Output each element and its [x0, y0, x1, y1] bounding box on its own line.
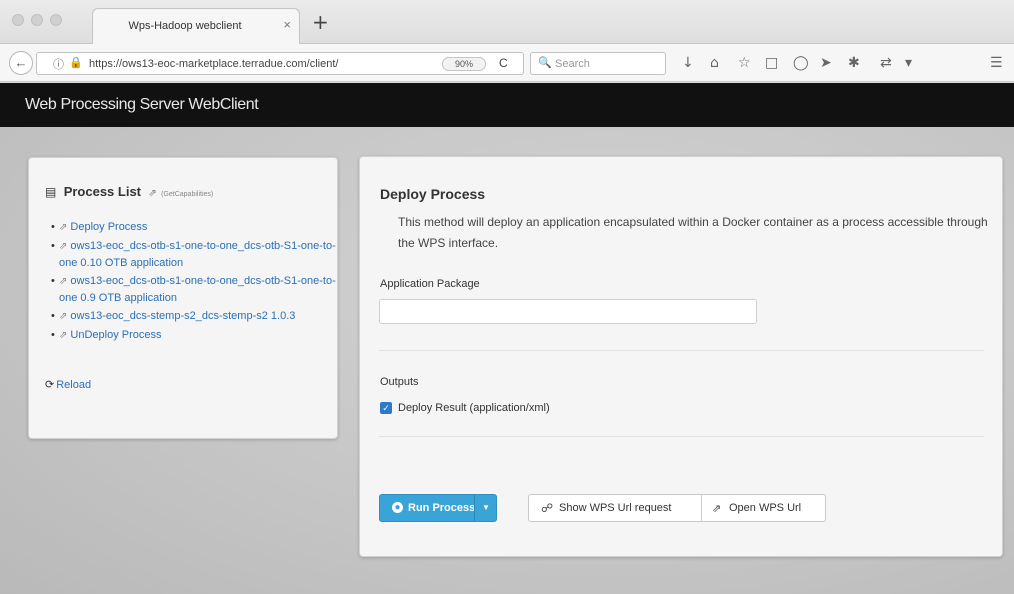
external-link-icon: ⇗	[59, 241, 68, 252]
divider	[379, 350, 984, 351]
link-icon: ☍	[541, 501, 554, 515]
window-minimize-dot[interactable]	[31, 14, 43, 26]
download-icon[interactable]: ↓	[682, 55, 694, 71]
run-process-button[interactable]: ● Run Process ▼	[379, 494, 497, 522]
external-link-icon: ⇗	[59, 311, 68, 322]
page: Web Processing Server WebClient ▤ Proces…	[0, 83, 1014, 594]
external-link-icon: ⇗	[59, 276, 68, 287]
home-icon[interactable]: ⌂	[710, 55, 719, 71]
refresh-icon: ⟳	[45, 379, 55, 391]
show-wps-url-label: Show WPS Url request	[559, 502, 672, 514]
browser-tab-bar: Wps-Hadoop webclient × +	[0, 0, 1014, 45]
overflow-icon[interactable]: ⇄	[880, 55, 892, 71]
open-wps-url-label: Open WPS Url	[729, 502, 802, 514]
deploy-result-checkbox[interactable]: ✓	[380, 402, 392, 414]
application-package-label: Application Package	[380, 278, 480, 290]
play-icon: ●	[392, 502, 403, 513]
application-package-input[interactable]	[379, 299, 757, 324]
dropdown-icon[interactable]: ▾	[905, 55, 912, 71]
external-link-icon[interactable]: ⇗	[148, 188, 156, 199]
process-link[interactable]: ows13-eoc_dcs-otb-s1-one-to-one_dcs-otb-…	[59, 240, 336, 269]
list-icon: ▤	[45, 185, 57, 199]
search-input[interactable]: 🔍 Search	[530, 52, 666, 75]
run-process-label: Run Process	[408, 502, 476, 514]
deploy-result-label[interactable]: Deploy Result (application/xml)	[398, 402, 550, 414]
extension-icon[interactable]: ✱	[848, 55, 860, 71]
process-list: • ⇗ Deploy Process • ⇗ ows13-eoc_dcs-otb-s…	[51, 219, 349, 346]
browser-nav-bar: ← ⓘ 🔒 https://ows13-eoc-marketplace.terr…	[0, 44, 1014, 82]
zoom-indicator[interactable]: 90%	[442, 57, 486, 71]
hamburger-menu-icon[interactable]: ☰	[990, 55, 1003, 71]
divider	[379, 436, 984, 437]
back-arrow-icon[interactable]: ←	[9, 51, 33, 75]
list-item[interactable]: • ⇗ ows13-eoc_dcs-otb-s1-one-to-one_dcs-o…	[51, 273, 349, 306]
external-link-icon: ⇗	[59, 330, 68, 341]
app-header: Web Processing Server WebClient	[0, 83, 1014, 127]
star-icon[interactable]: ☆	[738, 55, 751, 71]
outputs-label: Outputs	[380, 376, 419, 388]
new-tab-button[interactable]: +	[312, 10, 329, 34]
external-link-icon: ⇗	[59, 222, 68, 233]
search-icon: 🔍	[538, 57, 552, 69]
pocket-icon[interactable]: ◯	[793, 55, 809, 71]
browser-tab[interactable]: Wps-Hadoop webclient ×	[92, 8, 300, 45]
send-icon[interactable]: ➤	[820, 55, 832, 71]
list-item[interactable]: • ⇗ ows13-eoc_dcs-stemp-s2_dcs-stemp-s2 1…	[51, 308, 349, 325]
lock-icon[interactable]: 🔒	[69, 56, 83, 69]
tab-close-icon[interactable]: ×	[283, 17, 291, 32]
process-link[interactable]: Deploy Process	[70, 221, 147, 233]
reload-icon[interactable]: C	[499, 56, 508, 70]
open-wps-url-button[interactable]: ⇗ Open WPS Url	[702, 495, 825, 521]
process-link[interactable]: UnDeploy Process	[70, 329, 161, 341]
deploy-process-panel: Deploy Process This method will deploy a…	[359, 156, 1003, 557]
info-icon[interactable]: ⓘ	[53, 56, 64, 72]
process-list-panel: ▤ Process List ⇗ (GetCapabilities) • ⇗ De…	[28, 157, 338, 439]
window-zoom-dot[interactable]	[50, 14, 62, 26]
clipboard-icon[interactable]: □	[765, 55, 778, 71]
process-link[interactable]: ows13-eoc_dcs-stemp-s2_dcs-stemp-s2 1.0.…	[70, 310, 295, 322]
external-link-icon: ⇗	[712, 503, 722, 515]
window-close-dot[interactable]	[12, 14, 24, 26]
caret-down-icon[interactable]: ▼	[482, 503, 490, 512]
url-bar[interactable]: ⓘ 🔒 https://ows13-eoc-marketplace.terrad…	[36, 52, 524, 75]
app-title: Web Processing Server WebClient	[25, 96, 259, 113]
url-text[interactable]: https://ows13-eoc-marketplace.terradue.c…	[89, 58, 338, 70]
list-item[interactable]: • ⇗ Deploy Process	[51, 219, 349, 236]
list-item[interactable]: • ⇗ ows13-eoc_dcs-otb-s1-one-to-one_dcs-o…	[51, 238, 349, 271]
tab-title: Wps-Hadoop webclient	[128, 20, 242, 32]
process-list-header: ▤ Process List ⇗ (GetCapabilities)	[45, 184, 213, 199]
reload-label[interactable]: Reload	[56, 379, 91, 391]
search-placeholder: Search	[555, 58, 590, 70]
process-list-title: Process List	[63, 184, 142, 199]
reload-link[interactable]: ⟳ Reload	[45, 378, 91, 391]
process-link[interactable]: ows13-eoc_dcs-otb-s1-one-to-one_dcs-otb-…	[59, 275, 336, 304]
deploy-description: This method will deploy an application e…	[398, 215, 988, 250]
show-wps-url-button[interactable]: ☍ Show WPS Url request	[529, 495, 701, 521]
getcapabilities-link[interactable]: (GetCapabilities)	[161, 191, 213, 198]
wps-url-button-group: ☍ Show WPS Url request ⇗ Open WPS Url	[528, 494, 826, 522]
list-item[interactable]: • ⇗ UnDeploy Process	[51, 327, 349, 344]
deploy-title: Deploy Process	[380, 186, 486, 202]
